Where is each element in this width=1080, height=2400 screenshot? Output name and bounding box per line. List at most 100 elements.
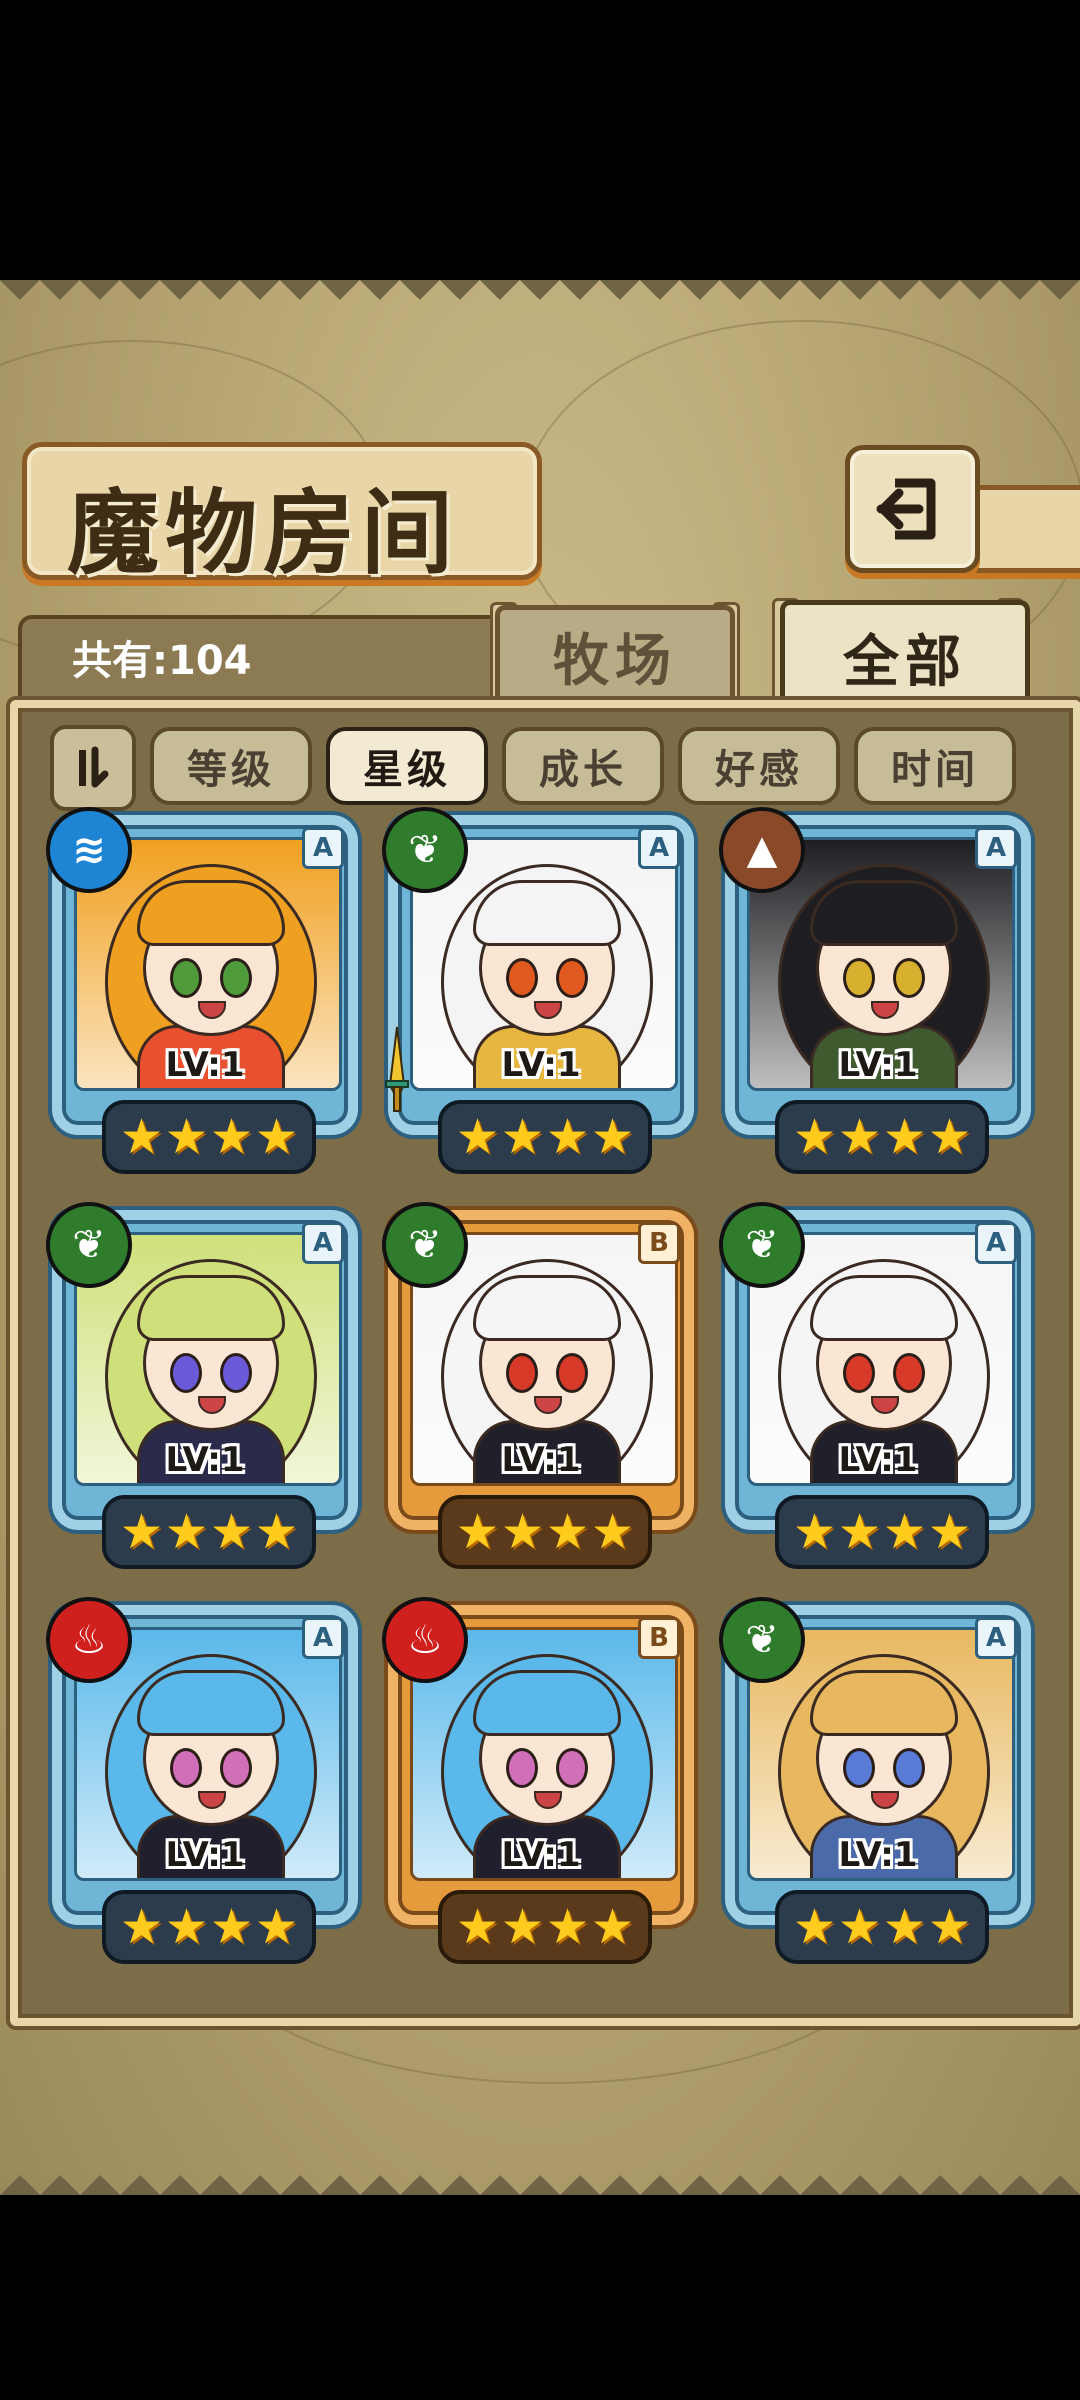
star-icon: ★ <box>591 1109 635 1165</box>
character-eye <box>170 1748 202 1788</box>
character-bangs <box>137 1275 285 1341</box>
star-icon: ★ <box>119 1504 163 1560</box>
sort-order-toggle[interactable] <box>50 725 136 811</box>
filter-growth[interactable]: 成长 <box>502 727 664 805</box>
monster-count: 共有:104 <box>72 638 252 684</box>
star-icon: ★ <box>164 1504 208 1560</box>
character-eye <box>556 1748 588 1788</box>
filter-level[interactable]: 等级 <box>150 727 312 805</box>
star-rating: ★ ★ ★ ★ <box>438 1100 652 1174</box>
character-eye <box>506 958 538 998</box>
monster-card[interactable]: A ≋ LV:1 ★ ★ ★ ★ <box>46 807 358 1174</box>
level-label: LV:1 <box>838 1835 918 1875</box>
leaf-icon: ❦ <box>382 1202 468 1288</box>
character-eye <box>220 1353 252 1393</box>
star-icon: ★ <box>164 1899 208 1955</box>
character-eye <box>170 1353 202 1393</box>
character-bangs <box>137 1670 285 1736</box>
star-icon: ★ <box>928 1899 972 1955</box>
rank-badge: A <box>302 1222 344 1264</box>
star-icon: ★ <box>255 1899 299 1955</box>
star-rating: ★ ★ ★ ★ <box>102 1100 316 1174</box>
character-bangs <box>137 880 285 946</box>
star-icon: ★ <box>928 1109 972 1165</box>
sort-order-icon <box>79 746 109 788</box>
star-icon: ★ <box>591 1504 635 1560</box>
star-rating: ★ ★ ★ ★ <box>775 1100 989 1174</box>
character-bangs <box>473 880 621 946</box>
character-eye <box>556 958 588 998</box>
character-mouth <box>534 1396 562 1414</box>
level-label: LV:1 <box>501 1835 581 1875</box>
star-icon: ★ <box>883 1109 927 1165</box>
tab-ranch[interactable]: 牧场 <box>495 605 735 707</box>
leaf-icon: ❦ <box>719 1202 805 1288</box>
rank-badge: A <box>302 827 344 869</box>
star-icon: ★ <box>210 1504 254 1560</box>
character-mouth <box>871 1396 899 1414</box>
star-icon: ★ <box>500 1109 544 1165</box>
star-icon: ★ <box>883 1504 927 1560</box>
rank-badge: B <box>638 1617 680 1659</box>
rank-badge: A <box>975 1222 1017 1264</box>
monster-card[interactable]: A ♨ LV:1 ★ ★ ★ ★ <box>46 1597 358 1964</box>
filter-affection[interactable]: 好感 <box>678 727 840 805</box>
rank-badge: A <box>638 827 680 869</box>
filter-time[interactable]: 时间 <box>854 727 1016 805</box>
leaf-icon: ❦ <box>382 807 468 893</box>
rank-badge: A <box>302 1617 344 1659</box>
star-icon: ★ <box>837 1504 881 1560</box>
monster-card[interactable]: A ▲ LV:1 ★ ★ ★ ★ <box>719 807 1031 1174</box>
monster-card[interactable]: B ♨ LV:1 ★ ★ ★ ★ <box>382 1597 694 1964</box>
star-icon: ★ <box>119 1109 163 1165</box>
back-button[interactable] <box>845 445 980 573</box>
back-arrow-icon <box>876 478 935 540</box>
torn-edge-top <box>0 280 1080 320</box>
star-icon: ★ <box>792 1109 836 1165</box>
star-rating: ★ ★ ★ ★ <box>102 1890 316 1964</box>
character-mouth <box>198 1001 226 1019</box>
star-icon: ★ <box>210 1899 254 1955</box>
monster-card[interactable]: A ❦ LV:1 ★ ★ ★ ★ <box>719 1202 1031 1569</box>
back-button-rail <box>965 485 1080 573</box>
level-label: LV:1 <box>838 1440 918 1480</box>
character-eye <box>893 1748 925 1788</box>
character-eye <box>220 958 252 998</box>
star-icon: ★ <box>455 1109 499 1165</box>
star-icon: ★ <box>928 1504 972 1560</box>
leaf-icon: ❦ <box>719 1597 805 1683</box>
level-label: LV:1 <box>165 1440 245 1480</box>
star-icon: ★ <box>455 1899 499 1955</box>
level-label: LV:1 <box>165 1045 245 1085</box>
character-bangs <box>810 1670 958 1736</box>
character-eye <box>506 1748 538 1788</box>
character-mouth <box>198 1791 226 1809</box>
star-icon: ★ <box>455 1504 499 1560</box>
filter-row: 等级 星级 成长 好感 时间 <box>50 725 1030 811</box>
star-icon: ★ <box>837 1109 881 1165</box>
level-label: LV:1 <box>165 1835 245 1875</box>
character-eye <box>556 1353 588 1393</box>
character-mouth <box>534 1791 562 1809</box>
monster-card[interactable]: A ❦ LV:1 ★ ★ ★ ★ <box>46 1202 358 1569</box>
star-rating: ★ ★ ★ ★ <box>438 1495 652 1569</box>
star-icon: ★ <box>546 1899 590 1955</box>
water-wave-icon: ≋ <box>46 807 132 893</box>
character-eye <box>893 1353 925 1393</box>
star-icon: ★ <box>255 1504 299 1560</box>
character-eye <box>843 1353 875 1393</box>
character-mouth <box>534 1001 562 1019</box>
tab-all[interactable]: 全部 <box>780 600 1030 714</box>
star-icon: ★ <box>500 1899 544 1955</box>
monster-card[interactable]: A ❦ LV:1 ★ ★ ★ ★ <box>719 1597 1031 1964</box>
character-mouth <box>871 1791 899 1809</box>
monster-card[interactable]: A ❦ LV:1 ★ ★ ★ ★ <box>382 807 694 1174</box>
monster-card[interactable]: B ❦ LV:1 ★ ★ ★ ★ <box>382 1202 694 1569</box>
character-eye <box>170 958 202 998</box>
page-title: 魔物房间 <box>67 479 460 587</box>
filter-stars[interactable]: 星级 <box>326 727 488 805</box>
torn-edge-bottom <box>0 2155 1080 2195</box>
character-eye <box>506 1353 538 1393</box>
character-eye <box>220 1748 252 1788</box>
character-mouth <box>871 1001 899 1019</box>
